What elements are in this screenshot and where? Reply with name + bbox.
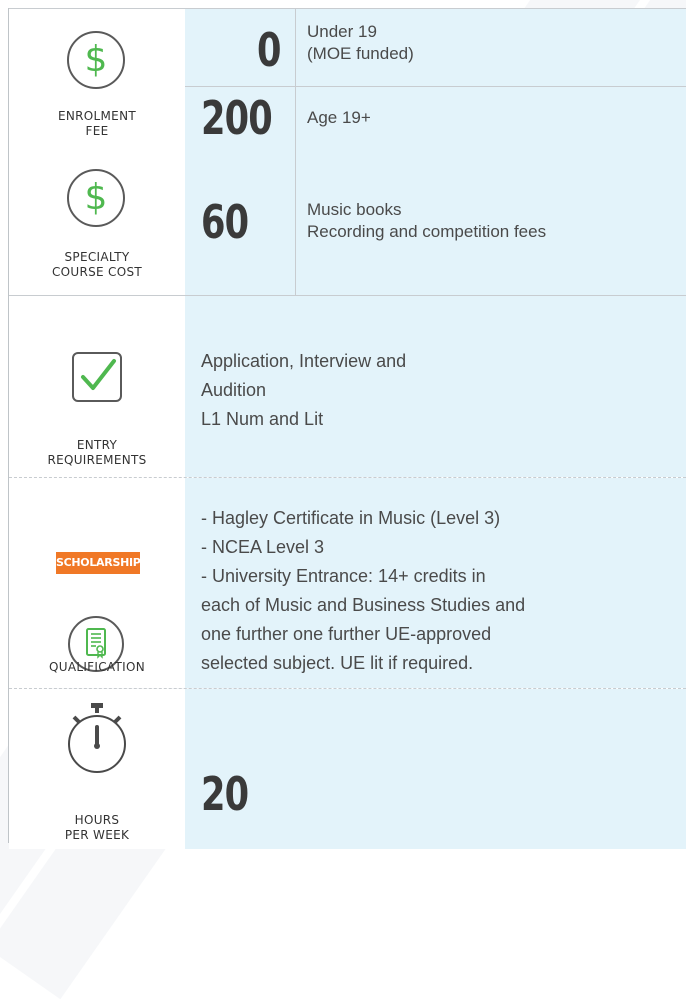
hours-icon-cell: HOURS PER WEEK — [9, 689, 185, 849]
qualification-content-cell: - Hagley Certificate in Music (Level 3) … — [185, 478, 686, 688]
dollar-icon: $ — [67, 31, 125, 89]
row-qualification: SCHOLARSHIP QUALIFICATION - Hagley Certi… — [9, 478, 686, 689]
column-divider — [295, 9, 296, 155]
entry-content-cell: Application, Interview and Audition L1 N… — [185, 296, 686, 477]
specialty-content-cell: 60 Music books Recording and competition… — [185, 155, 686, 295]
fee-condition: Age 19+ — [307, 108, 371, 127]
fee-amount: 0 — [257, 23, 281, 77]
stopwatch-icon — [65, 701, 129, 775]
specialty-icon-cell: $ SPECIALTY COURSE COST — [9, 155, 185, 295]
enrolment-icon-cell: $ ENROLMENT FEE — [9, 9, 185, 155]
entry-icon-cell: ENTRY REQUIREMENTS — [9, 296, 185, 477]
hours-content-cell: 20 — [185, 689, 686, 849]
dollar-icon: $ — [67, 169, 125, 227]
specialty-label: SPECIALTY COURSE COST — [51, 250, 143, 279]
entry-label: ENTRY REQUIREMENTS — [47, 438, 147, 467]
cost-items: Music books Recording and competition fe… — [307, 200, 547, 241]
hours-label: HOURS PER WEEK — [64, 813, 130, 842]
qualification-icon-cell: SCHOLARSHIP QUALIFICATION — [9, 478, 185, 688]
cost-amount: 60 — [201, 195, 249, 249]
row-entry-requirements: ENTRY REQUIREMENTS Application, Intervie… — [9, 296, 686, 478]
fee-condition: Under 19 (MOE funded) — [307, 22, 414, 63]
enrolment-content-cell: 0 Under 19 (MOE funded) 200 Age 19+ — [185, 9, 686, 155]
hours-value: 20 — [201, 767, 249, 821]
course-info-table: $ ENROLMENT FEE 0 Under 19 (MOE funded) … — [8, 8, 686, 849]
checkbox-icon — [72, 352, 122, 402]
row-enrolment-fee: $ ENROLMENT FEE 0 Under 19 (MOE funded) … — [9, 8, 686, 156]
column-divider — [295, 155, 296, 295]
scholarship-badge: SCHOLARSHIP — [56, 552, 141, 574]
entry-requirements-text: Application, Interview and Audition L1 N… — [201, 351, 407, 429]
enrolment-label: ENROLMENT FEE — [58, 109, 136, 138]
row-hours-per-week: HOURS PER WEEK 20 — [9, 689, 686, 849]
qualification-label: QUALIFICATION — [49, 660, 145, 674]
row-specialty-cost: $ SPECIALTY COURSE COST 60 Music books R… — [9, 155, 686, 296]
row-divider — [185, 86, 686, 87]
fee-amount: 200 — [201, 91, 273, 145]
qualification-text: - Hagley Certificate in Music (Level 3) … — [201, 508, 526, 673]
